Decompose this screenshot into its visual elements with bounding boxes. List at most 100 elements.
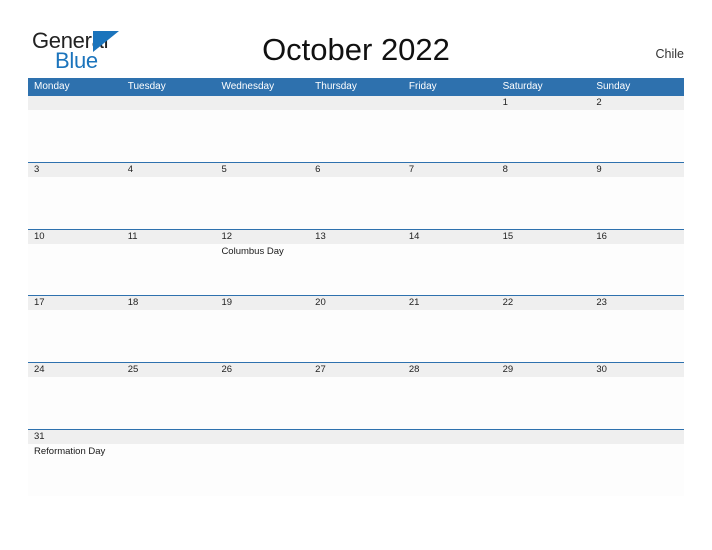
day-cell[interactable]: [122, 444, 216, 496]
day-number[interactable]: 23: [590, 296, 684, 310]
day-number[interactable]: 30: [590, 363, 684, 377]
day-number[interactable]: 7: [403, 163, 497, 177]
day-cell[interactable]: [497, 377, 591, 429]
day-number[interactable]: 29: [497, 363, 591, 377]
day-event: Reformation Day: [34, 445, 106, 457]
day-number[interactable]: 16: [590, 230, 684, 244]
day-number[interactable]: 12: [215, 230, 309, 244]
day-cell[interactable]: [309, 444, 403, 496]
calendar-week-row: 31 Reformation Day: [28, 428, 684, 496]
day-cell[interactable]: [403, 244, 497, 296]
day-cell[interactable]: [497, 310, 591, 362]
day-cell[interactable]: [122, 377, 216, 429]
week-event-area: [28, 377, 684, 430]
day-cell[interactable]: [122, 177, 216, 229]
day-number[interactable]: 4: [122, 163, 216, 177]
weekday-monday: Monday: [34, 81, 70, 92]
day-number[interactable]: 10: [28, 230, 122, 244]
country-label: Chile: [655, 47, 685, 61]
day-cell[interactable]: [403, 110, 497, 162]
day-cell[interactable]: [590, 110, 684, 162]
day-cell[interactable]: [28, 310, 122, 362]
day-cell[interactable]: [309, 177, 403, 229]
day-cell[interactable]: [497, 177, 591, 229]
day-cell[interactable]: [590, 310, 684, 362]
day-number[interactable]: 27: [309, 363, 403, 377]
day-number[interactable]: 11: [122, 230, 216, 244]
day-cell[interactable]: [28, 110, 122, 162]
weekday-sunday: Sunday: [596, 81, 631, 92]
calendar-week-row: 3 4 5 6 7 8 9: [28, 161, 684, 229]
day-number[interactable]: [403, 96, 497, 110]
week-event-area: [28, 110, 684, 162]
day-number[interactable]: 20: [309, 296, 403, 310]
day-cell[interactable]: [403, 177, 497, 229]
day-number[interactable]: [215, 96, 309, 110]
weekday-tuesday: Tuesday: [127, 81, 166, 92]
day-number[interactable]: [403, 430, 497, 444]
day-number[interactable]: 14: [403, 230, 497, 244]
day-cell[interactable]: [497, 110, 591, 162]
day-cell[interactable]: [28, 177, 122, 229]
day-number[interactable]: [122, 96, 216, 110]
day-number[interactable]: [215, 430, 309, 444]
day-cell[interactable]: [309, 377, 403, 429]
day-number[interactable]: 13: [309, 230, 403, 244]
day-cell[interactable]: [28, 244, 122, 296]
day-cell[interactable]: [590, 244, 684, 296]
day-number[interactable]: [590, 430, 684, 444]
day-cell[interactable]: [403, 310, 497, 362]
day-number[interactable]: 15: [497, 230, 591, 244]
day-number[interactable]: 5: [215, 163, 309, 177]
day-cell[interactable]: [403, 377, 497, 429]
day-number[interactable]: 25: [122, 363, 216, 377]
day-number[interactable]: [309, 430, 403, 444]
day-cell[interactable]: [215, 110, 309, 162]
day-number[interactable]: 8: [497, 163, 591, 177]
day-cell[interactable]: [590, 444, 684, 496]
page-header: General Blue October 2022 Chile: [0, 0, 712, 78]
day-number[interactable]: 31: [28, 430, 122, 444]
day-number[interactable]: 21: [403, 296, 497, 310]
day-cell[interactable]: [122, 244, 216, 296]
page-title: October 2022: [262, 32, 450, 67]
day-cell[interactable]: [28, 377, 122, 429]
day-cell[interactable]: [215, 177, 309, 229]
day-cell[interactable]: [215, 444, 309, 496]
day-number[interactable]: 6: [309, 163, 403, 177]
day-number[interactable]: [28, 96, 122, 110]
day-cell[interactable]: [122, 110, 216, 162]
day-cell[interactable]: [215, 310, 309, 362]
day-cell[interactable]: [309, 244, 403, 296]
week-date-band: 17 18 19 20 21 22 23: [28, 296, 684, 311]
day-number[interactable]: [122, 430, 216, 444]
day-number[interactable]: 9: [590, 163, 684, 177]
day-number[interactable]: [309, 96, 403, 110]
day-cell[interactable]: Reformation Day: [28, 444, 122, 496]
day-cell[interactable]: [497, 444, 591, 496]
day-event: Columbus Day: [221, 245, 284, 257]
day-number[interactable]: 18: [122, 296, 216, 310]
day-cell[interactable]: [309, 310, 403, 362]
weekday-saturday: Saturday: [502, 81, 543, 92]
day-number[interactable]: 22: [497, 296, 591, 310]
day-number[interactable]: 1: [497, 96, 591, 110]
day-cell[interactable]: [590, 377, 684, 429]
day-number[interactable]: 3: [28, 163, 122, 177]
day-cell[interactable]: [215, 377, 309, 429]
day-cell[interactable]: [590, 177, 684, 229]
day-cell[interactable]: [122, 310, 216, 362]
day-number[interactable]: 24: [28, 363, 122, 377]
day-number[interactable]: 2: [590, 96, 684, 110]
calendar-week-row: 10 11 12 13 14 15 16 Columbus Day: [28, 228, 684, 296]
day-number[interactable]: 28: [403, 363, 497, 377]
day-cell[interactable]: [309, 110, 403, 162]
day-number[interactable]: [497, 430, 591, 444]
week-event-area: Columbus Day: [28, 243, 684, 296]
day-cell[interactable]: [403, 444, 497, 496]
day-cell[interactable]: [497, 244, 591, 296]
day-number[interactable]: 26: [215, 363, 309, 377]
day-number[interactable]: 19: [215, 296, 309, 310]
day-number[interactable]: 17: [28, 296, 122, 310]
day-cell[interactable]: Columbus Day: [215, 244, 309, 296]
